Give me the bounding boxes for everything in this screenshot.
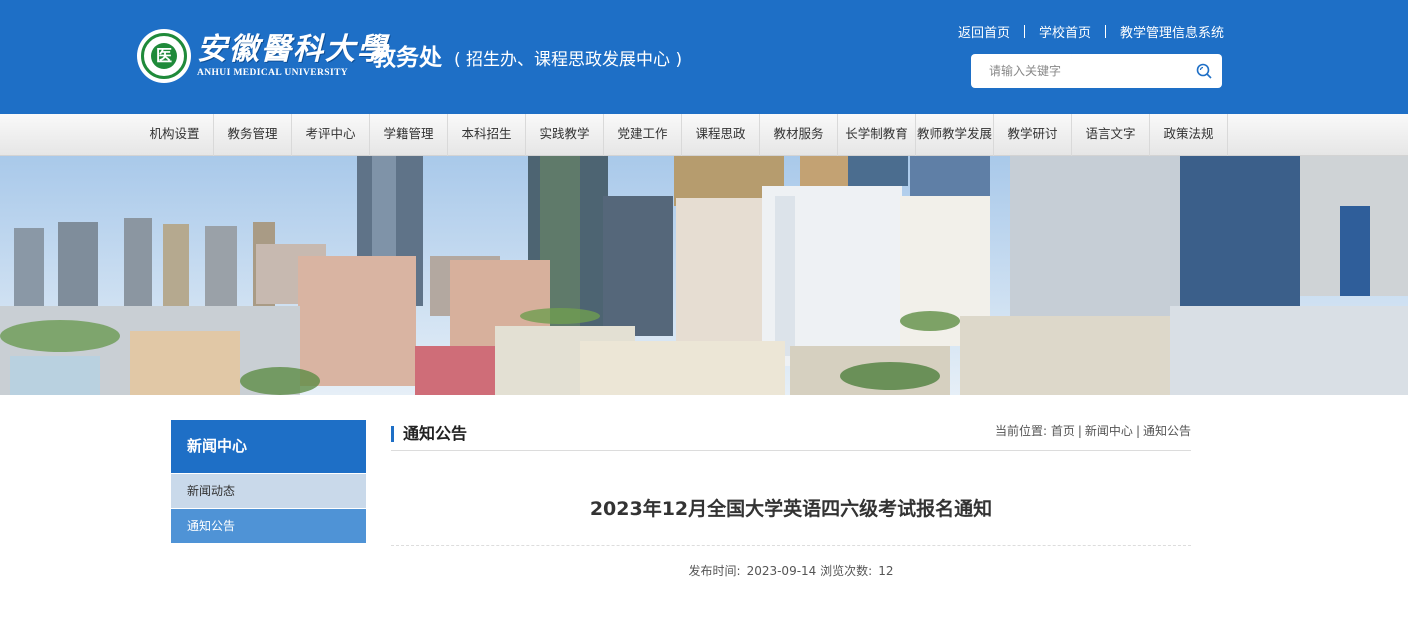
breadcrumb-separator: | (1135, 424, 1140, 438)
divider (1104, 25, 1106, 38)
search-input[interactable] (989, 64, 1179, 78)
nav-item-academic-affairs[interactable]: 教务管理 (214, 114, 292, 156)
logo-chinese-name: 安徽醫科大學 (197, 32, 389, 67)
banner-image (0, 156, 1408, 395)
breadcrumb-notices[interactable]: 通知公告 (1143, 424, 1191, 438)
nav-item-organization[interactable]: 机构设置 (136, 114, 214, 156)
search-icon[interactable] (1196, 63, 1212, 79)
sidebar-item-news[interactable]: 新闻动态 (171, 473, 366, 508)
nav-item-party-building[interactable]: 党建工作 (604, 114, 682, 156)
article-meta: 发布时间: 2023-09-14 浏览次数: 12 (391, 562, 1191, 580)
divider (391, 545, 1191, 546)
city-skyline-image (0, 156, 1408, 395)
sidebar: 新闻中心 新闻动态 通知公告 (171, 420, 366, 543)
school-home-link[interactable]: 学校首页 (1039, 22, 1091, 41)
university-seal-icon: 医 (137, 29, 191, 83)
nav-item-language[interactable]: 语言文字 (1072, 114, 1150, 156)
breadcrumb: 当前位置: 首页 | 新闻中心 | 通知公告 (995, 422, 1191, 440)
top-links: 返回首页 学校首页 教学管理信息系统 (958, 22, 1224, 41)
breadcrumb-home[interactable]: 首页 (1051, 424, 1075, 438)
nav-item-admissions[interactable]: 本科招生 (448, 114, 526, 156)
main-nav: 机构设置 教务管理 考评中心 学籍管理 本科招生 实践教学 党建工作 课程思政 … (0, 114, 1408, 156)
main-content: 通知公告 当前位置: 首页 | 新闻中心 | 通知公告 2023年12月全国大学英语四六… (391, 420, 1191, 578)
site-title: 教务处 (373, 45, 442, 71)
views-count: 12 (878, 564, 894, 578)
site-subtitle: ( 招生办、课程思政发展中心 ) (454, 50, 683, 70)
nav-item-long-program[interactable]: 长学制教育 (838, 114, 916, 156)
sidebar-item-notices[interactable]: 通知公告 (171, 508, 366, 543)
nav-item-student-status[interactable]: 学籍管理 (370, 114, 448, 156)
article-title: 2023年12月全国大学英语四六级考试报名通知 (589, 498, 993, 520)
views-label: 浏览次数: (820, 564, 873, 578)
sidebar-title: 新闻中心 (171, 420, 366, 473)
nav-item-practice[interactable]: 实践教学 (526, 114, 604, 156)
nav-item-policies[interactable]: 政策法规 (1150, 114, 1228, 156)
breadcrumb-news-center[interactable]: 新闻中心 (1085, 424, 1133, 438)
publish-label: 发布时间: (688, 564, 741, 578)
nav-item-textbooks[interactable]: 教材服务 (760, 114, 838, 156)
section-title: 通知公告 (391, 423, 467, 445)
home-link[interactable]: 返回首页 (958, 22, 1010, 41)
publish-date: 2023-09-14 (746, 564, 817, 578)
site-header: 医 安徽醫科大學 ANHUI MEDICAL UNIVERSITY 教务处 ( … (0, 0, 1408, 114)
section-header: 通知公告 当前位置: 首页 | 新闻中心 | 通知公告 (391, 420, 1191, 451)
logo-english-name: ANHUI MEDICAL UNIVERSITY (197, 68, 349, 78)
breadcrumb-separator: | (1077, 424, 1082, 438)
breadcrumb-prefix: 当前位置: (994, 424, 1048, 438)
nav-item-curriculum-ideology[interactable]: 课程思政 (682, 114, 760, 156)
search-box (971, 54, 1222, 88)
nav-item-teacher-development[interactable]: 教师教学发展 (916, 114, 994, 156)
divider (1023, 25, 1025, 38)
nav-item-teaching-research[interactable]: 教学研讨 (994, 114, 1072, 156)
university-logo[interactable]: 医 安徽醫科大學 ANHUI MEDICAL UNIVERSITY (137, 28, 389, 84)
nav-item-evaluation[interactable]: 考评中心 (292, 114, 370, 156)
teaching-system-link[interactable]: 教学管理信息系统 (1120, 22, 1224, 41)
